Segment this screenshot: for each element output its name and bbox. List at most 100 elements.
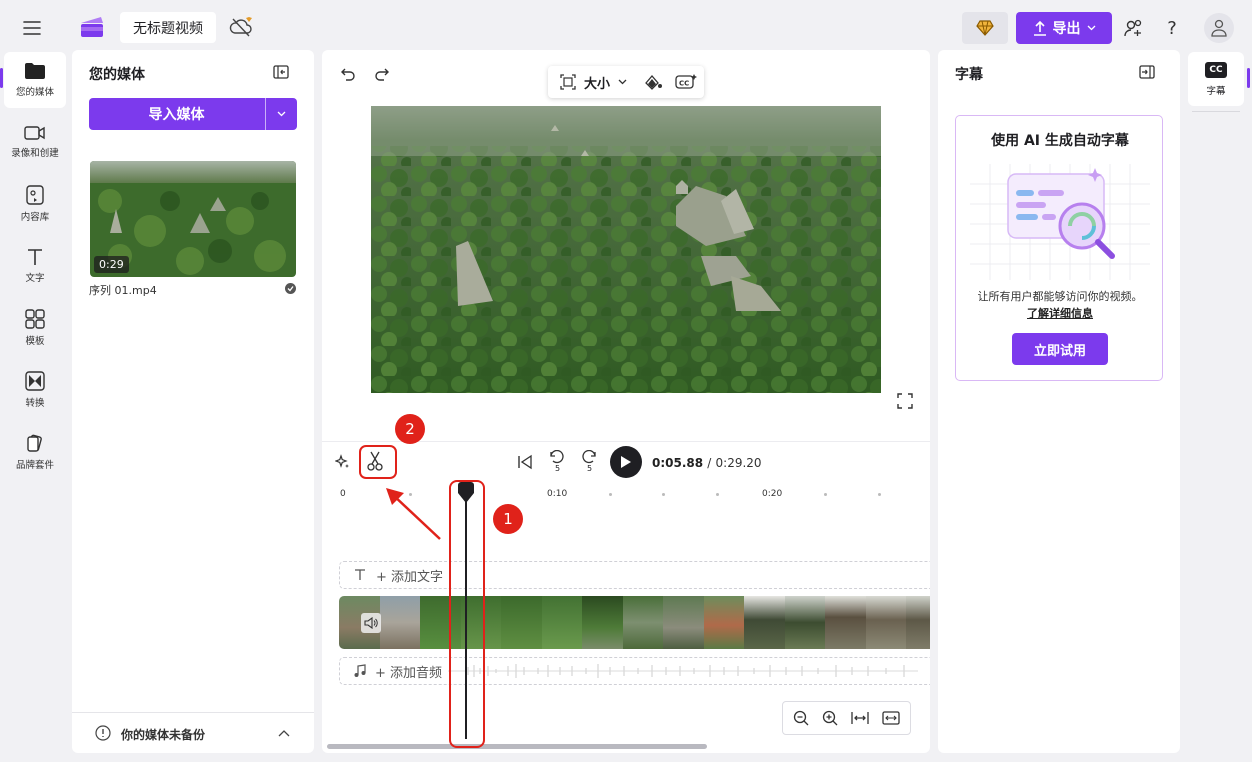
avatar[interactable]	[1204, 13, 1234, 43]
total-time: 0:29.20	[715, 456, 762, 470]
media-filename: 序列 01.mp4	[89, 284, 157, 297]
annotation-arrow-icon	[386, 488, 441, 540]
hamburger-menu-icon[interactable]	[20, 16, 44, 40]
share-icon[interactable]	[1121, 16, 1145, 40]
annotation-highlight-playhead	[449, 480, 485, 748]
video-preview[interactable]	[371, 106, 881, 393]
zoom-out-icon[interactable]	[793, 710, 809, 726]
editor-area: 大小 CC 5 5 0:05.88 / 0:29.20 0 0:10 0:20 …	[322, 50, 930, 753]
export-label: 导出	[1052, 21, 1081, 37]
rail-item-brand-kit[interactable]: 品牌套件	[4, 424, 66, 480]
speaker-icon	[364, 617, 378, 629]
forward-5-button[interactable]: 5	[580, 450, 602, 476]
fullscreen-icon[interactable]	[896, 392, 914, 410]
rail-item-transitions[interactable]: 转换	[4, 362, 66, 418]
backup-status-text: 你的媒体未备份	[121, 728, 206, 742]
rail-divider	[1192, 111, 1240, 112]
rail-label: 文字	[25, 273, 45, 284]
clipchamp-logo-icon	[79, 15, 105, 39]
rail-item-captions[interactable]: CC 字幕	[1188, 52, 1244, 106]
text-track[interactable]: + 添加文字	[339, 561, 930, 589]
crop-resize-icon	[560, 74, 576, 90]
rail-item-record-create[interactable]: 录像和创建	[4, 114, 66, 170]
media-thumbnail[interactable]: 0:29	[90, 161, 296, 277]
size-button[interactable]: 大小	[584, 73, 610, 92]
cc-icon: CC	[1205, 61, 1227, 78]
rewind-5-button[interactable]: 5	[548, 450, 570, 476]
learn-more-link[interactable]: 了解详细信息	[956, 305, 1164, 321]
clip-frame	[865, 596, 906, 649]
add-audio-label: + 添加音频	[375, 665, 443, 681]
clip-frame	[379, 596, 420, 649]
ruler-label: 0:20	[762, 489, 783, 499]
clip-frame	[744, 596, 785, 649]
captions-panel: 字幕 使用 AI 生成自动字幕 让所有用户都能够访问你的视频。 了解详细信息 立…	[938, 50, 1180, 753]
fit-timeline-icon[interactable]	[851, 711, 869, 725]
rail-label: 录像和创建	[11, 148, 59, 159]
magic-sparkle-icon[interactable]	[334, 453, 352, 471]
rail-label: 内容库	[20, 212, 50, 223]
text-icon	[355, 569, 365, 580]
help-button[interactable]: ?	[1160, 15, 1184, 41]
ruler-tick	[716, 493, 719, 496]
play-button[interactable]	[610, 446, 642, 478]
annotation-highlight-split	[359, 445, 397, 479]
canvas-toolbar: 大小 CC	[548, 66, 704, 98]
timeline-scrollbar[interactable]	[327, 744, 707, 749]
zoom-in-icon[interactable]	[822, 710, 838, 726]
play-icon	[621, 456, 631, 468]
upload-icon	[1033, 20, 1046, 36]
forward-icon	[582, 450, 596, 464]
timeline-view-icon[interactable]	[881, 711, 900, 725]
ruler-label: 0	[340, 489, 346, 499]
export-button[interactable]: 导出	[1016, 12, 1112, 44]
rail-label: 品牌套件	[15, 460, 54, 471]
premium-button[interactable]	[962, 12, 1008, 44]
text-icon	[28, 249, 42, 265]
ruler-tick	[662, 493, 665, 496]
duration-badge: 0:29	[94, 256, 129, 273]
music-note-icon	[354, 664, 366, 677]
zoom-controls	[782, 701, 911, 735]
ruler-tick	[609, 493, 612, 496]
rail-item-templates[interactable]: 模板	[4, 300, 66, 356]
info-icon	[95, 725, 111, 741]
cloud-off-icon[interactable]	[229, 15, 255, 39]
video-clip[interactable]	[339, 596, 930, 649]
rail-item-text[interactable]: 文字	[4, 238, 66, 294]
current-time: 0:05.88	[652, 456, 704, 470]
import-dropdown-button[interactable]	[265, 98, 297, 130]
rail-item-your-media[interactable]: 您的媒体	[4, 52, 66, 108]
clip-frame	[784, 596, 825, 649]
skip-to-start-icon[interactable]	[516, 452, 534, 472]
auto-captions-icon: CC	[675, 74, 698, 89]
project-title[interactable]: 无标题视频	[120, 12, 216, 43]
clip-frame	[501, 596, 542, 649]
time-display: 0:05.88 / 0:29.20	[652, 456, 762, 470]
promo-title: 使用 AI 生成自动字幕	[991, 133, 1129, 149]
rail-label: 模板	[25, 336, 45, 347]
clip-frame	[541, 596, 582, 649]
clip-audio-button[interactable]	[361, 613, 381, 633]
waveform-icon	[448, 664, 919, 678]
chevron-up-icon	[278, 730, 290, 737]
templates-icon	[25, 309, 45, 329]
rail-item-content-library[interactable]: 内容库	[4, 176, 66, 232]
annotation-marker-1: 1	[493, 504, 523, 534]
ruler-tick	[878, 493, 881, 496]
undo-icon[interactable]	[338, 65, 358, 83]
backup-status-bar[interactable]: 你的媒体未备份	[72, 712, 314, 753]
folder-icon	[25, 63, 45, 79]
clip-frame	[663, 596, 704, 649]
rail-label: 字幕	[1206, 85, 1226, 97]
audio-track[interactable]: + 添加音频	[339, 657, 930, 685]
try-now-button[interactable]: 立即试用	[1012, 333, 1108, 365]
jungle-aerial-frame-image	[371, 106, 881, 393]
import-media-button[interactable]: 导入媒体	[89, 98, 264, 130]
check-icon	[285, 283, 296, 294]
library-icon	[26, 185, 44, 205]
captions-panel-title: 字幕	[955, 67, 983, 83]
redo-icon[interactable]	[372, 65, 392, 83]
expand-panel-icon[interactable]	[1137, 63, 1157, 81]
collapse-panel-icon[interactable]	[271, 63, 291, 81]
